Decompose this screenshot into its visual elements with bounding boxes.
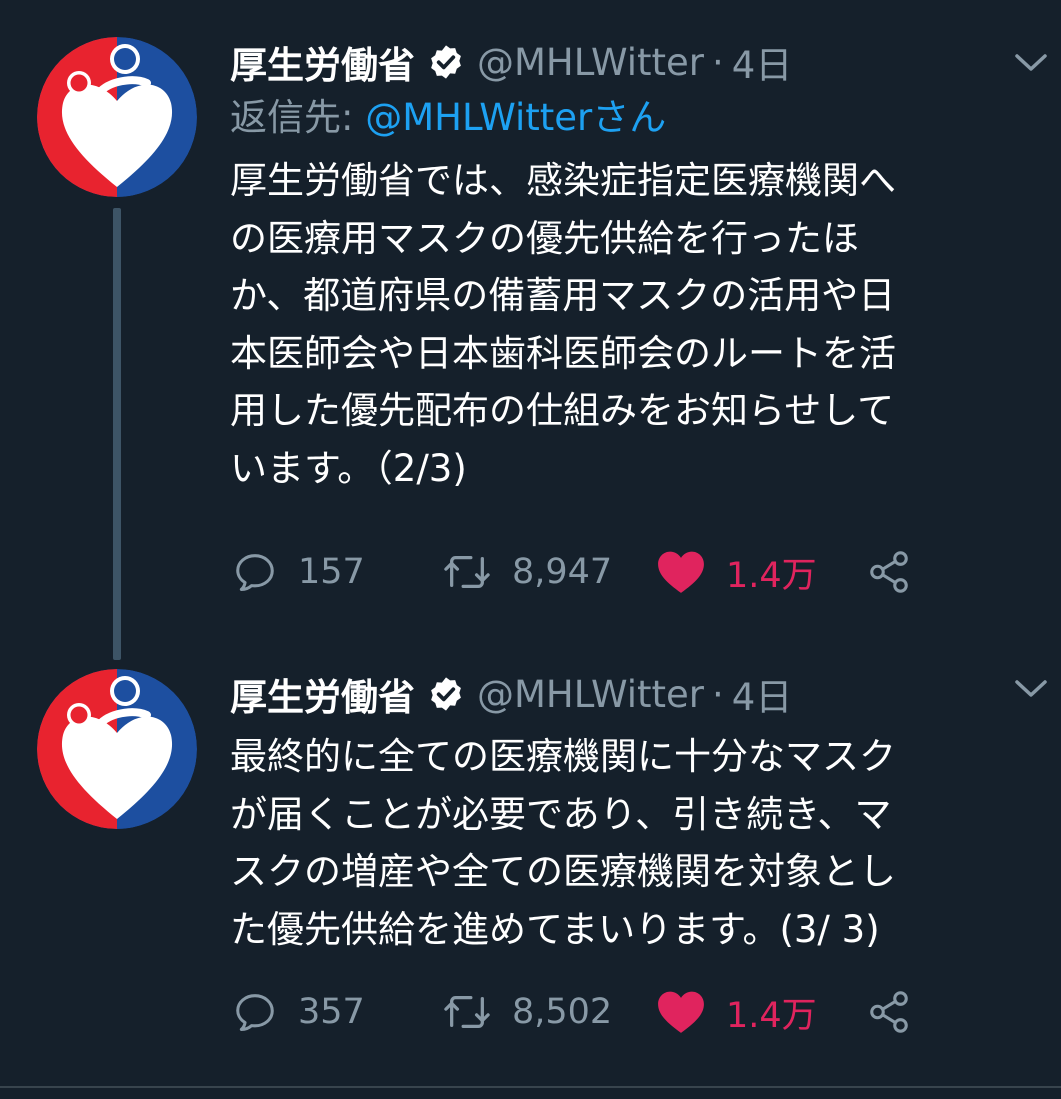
- tweet-text-line: います。（2/3): [230, 446, 467, 490]
- tweet-divider: [0, 1086, 1061, 1088]
- retweet-count: 8,502: [512, 992, 613, 1032]
- chevron-down-icon[interactable]: [1011, 673, 1051, 703]
- tweet-text-line: 最終的に全ての医療機関に十分なマスク: [230, 735, 896, 778]
- display-name[interactable]: 厚生労働省: [230, 35, 415, 89]
- like-button[interactable]: 1.4万: [656, 542, 817, 602]
- share-button[interactable]: [866, 982, 912, 1042]
- tweet-text: 最終的に全ての医療機関に十分なマスク が届くことが必要であり、引き続き、マ スク…: [230, 728, 1041, 958]
- avatar[interactable]: [37, 669, 197, 829]
- reply-icon: [236, 554, 274, 591]
- tweet-actions: 357 8,502 1.4万: [232, 982, 932, 1042]
- tweet-text-line: スクの増産や全ての医療機関を対象とし: [230, 850, 896, 893]
- like-count: 1.4万: [726, 555, 817, 596]
- tweet-text-line: た優先供給を進めてまいります。(3/ 3): [230, 907, 880, 951]
- timestamp[interactable]: 4日: [732, 35, 793, 89]
- separator-dot: ·: [712, 40, 724, 84]
- reply-count: 357: [298, 992, 365, 1032]
- verified-badge-icon: [427, 43, 465, 81]
- user-handle[interactable]: @MHLWitter: [477, 673, 704, 716]
- reply-prefix: 返信先:: [230, 96, 366, 139]
- retweet-button[interactable]: 8,947: [442, 542, 612, 602]
- tweet-3-of-3[interactable]: 厚生労働省 @MHLWitter · 4日 最終的に全ての医療機関に十分なマスク…: [0, 640, 1061, 1070]
- chevron-down-icon[interactable]: [1011, 47, 1051, 77]
- timestamp[interactable]: 4日: [732, 667, 793, 721]
- retweet-button[interactable]: 8,502: [442, 982, 612, 1042]
- retweet-count: 8,947: [512, 552, 613, 592]
- mhlw-logo-icon: [37, 37, 197, 197]
- share-icon: [870, 551, 908, 593]
- retweet-icon: [444, 995, 490, 1029]
- like-button[interactable]: 1.4万: [656, 982, 817, 1042]
- tweet-text-line: 本医師会や日本歯科医師会のルートを活: [230, 331, 896, 375]
- tweet-content: 厚生労働省 @MHLWitter · 4日 最終的に全ての医療機関に十分なマスク…: [230, 666, 1041, 958]
- tweet-content: 厚生労働省 @MHLWitter · 4日 返信先: @MHLWitterさん …: [230, 34, 1041, 497]
- tweet-text-line: が届くことが必要であり、引き続き、マ: [230, 792, 892, 836]
- share-icon: [870, 991, 908, 1033]
- reply-icon: [236, 994, 274, 1031]
- tweet-header: 厚生労働省 @MHLWitter · 4日: [230, 666, 1041, 722]
- retweet-icon: [444, 555, 490, 589]
- heart-filled-icon: [658, 551, 704, 593]
- like-count: 1.4万: [726, 995, 817, 1036]
- user-handle[interactable]: @MHLWitter: [477, 41, 704, 84]
- tweet-actions: 157 8,947 1.4万: [232, 542, 932, 602]
- tweet-header: 厚生労働省 @MHLWitter · 4日: [230, 34, 1041, 90]
- reply-button[interactable]: 357: [232, 982, 365, 1042]
- mhlw-logo-icon: [37, 669, 197, 829]
- avatar[interactable]: [37, 37, 197, 197]
- share-button[interactable]: [866, 542, 912, 602]
- reply-button[interactable]: 157: [232, 542, 365, 602]
- display-name[interactable]: 厚生労働省: [230, 667, 415, 721]
- reply-target-link[interactable]: @MHLWitterさん: [365, 96, 666, 139]
- tweet-text: 厚生労働省では、感染症指定医療機関へ の医療用マスクの優先供給を行ったほ か、都…: [230, 152, 1041, 497]
- reply-count: 157: [298, 552, 365, 592]
- heart-filled-icon: [658, 991, 704, 1033]
- tweet-text-line: の医療用マスクの優先供給を行ったほ: [230, 216, 859, 260]
- tweet-text-line: 用した優先配布の仕組みをお知らせして: [230, 389, 895, 432]
- reply-context: 返信先: @MHLWitterさん: [230, 90, 1041, 146]
- verified-badge-icon: [427, 675, 465, 713]
- separator-dot: ·: [712, 672, 724, 716]
- tweet-text-line: 厚生労働省では、感染症指定医療機関へ: [230, 159, 896, 202]
- tweet-text-line: か、都道府県の備蓄用マスクの活用や日: [230, 274, 896, 317]
- tweet-2-of-3[interactable]: 厚生労働省 @MHLWitter · 4日 返信先: @MHLWitterさん …: [0, 0, 1061, 640]
